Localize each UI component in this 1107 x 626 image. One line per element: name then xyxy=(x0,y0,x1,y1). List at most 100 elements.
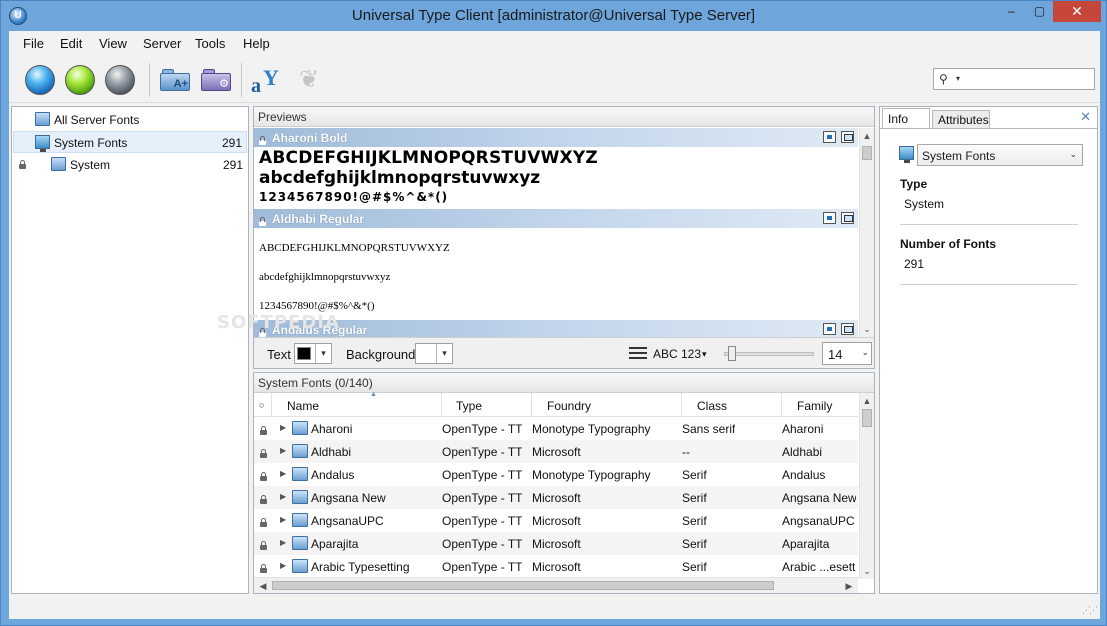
search-icon[interactable]: ⚲ xyxy=(939,72,948,86)
previews-scrollbar[interactable]: ▲ ⌄ xyxy=(859,128,874,337)
background-color-picker[interactable]: ▾ xyxy=(415,343,453,364)
search-input[interactable] xyxy=(968,71,1090,87)
open-preview-icon[interactable] xyxy=(841,212,854,224)
font-list-hscrollbar[interactable]: ◀ ▶ xyxy=(254,577,858,593)
preview-controls: Text ▾ Background ▾ ABC 123 ▾ 14 ⌄ xyxy=(254,337,874,368)
activate-font-icon[interactable] xyxy=(823,131,836,143)
scroll-thumb[interactable] xyxy=(862,146,872,160)
lock-icon xyxy=(260,445,267,459)
expand-icon[interactable]: ▶ xyxy=(280,561,286,570)
info-collection-select[interactable]: System Fonts ⌄ xyxy=(917,144,1083,166)
expand-icon[interactable]: ▶ xyxy=(280,538,286,547)
monitor-icon xyxy=(899,146,914,163)
menu-help[interactable]: Help xyxy=(243,36,270,51)
expand-icon[interactable]: ▶ xyxy=(280,446,286,455)
text-lines-icon[interactable] xyxy=(629,347,647,359)
activate-font-icon[interactable] xyxy=(823,323,836,335)
table-row[interactable]: ▶ Arabic Typesetting OpenType - TT Micro… xyxy=(254,555,858,578)
menu-edit[interactable]: Edit xyxy=(60,36,82,51)
font-list-header: ○ ▲ Name Type Foundry Class Family xyxy=(254,391,858,417)
expand-icon[interactable]: ▶ xyxy=(280,423,286,432)
column-header-name[interactable]: ▲ Name xyxy=(272,391,442,417)
expand-icon[interactable]: ▶ xyxy=(280,492,286,501)
expand-icon[interactable]: ▶ xyxy=(280,515,286,524)
lock-icon xyxy=(260,560,267,574)
activate-font-icon[interactable] xyxy=(823,212,836,224)
lock-icon xyxy=(259,213,266,227)
tab-info[interactable]: Info xyxy=(882,108,930,129)
size-slider-thumb[interactable] xyxy=(728,346,736,361)
font-match-icon[interactable]: aY xyxy=(249,65,279,97)
menu-view[interactable]: View xyxy=(99,36,127,51)
chevron-down-icon[interactable]: ⌄ xyxy=(1069,149,1077,160)
maximize-button[interactable]: ▢ xyxy=(1026,1,1053,22)
preview-sample-numbers: 1234567890!@#$%^&*() xyxy=(259,190,449,204)
scroll-up-icon[interactable]: ▲ xyxy=(860,128,874,144)
font-count: 291 xyxy=(221,136,242,150)
column-header-type[interactable]: Type xyxy=(442,393,532,417)
scroll-right-icon[interactable]: ▶ xyxy=(842,578,856,593)
chevron-down-icon[interactable]: ▾ xyxy=(315,344,331,363)
font-list-vscrollbar[interactable]: ▲ ⌄ xyxy=(859,393,874,579)
scroll-up-icon[interactable]: ▲ xyxy=(860,393,874,409)
scroll-down-icon[interactable]: ⌄ xyxy=(860,563,874,579)
tab-attributes[interactable]: Attributes xyxy=(932,110,990,128)
table-row[interactable]: ▶ Aldhabi OpenType - TT Microsoft -- Ald… xyxy=(254,440,858,463)
title-bar[interactable]: U Universal Type Client [administrator@U… xyxy=(1,1,1106,31)
close-button[interactable]: ✕ xyxy=(1053,1,1101,22)
preview-header-aldhabi-regular[interactable]: Aldhabi Regular xyxy=(254,209,858,228)
font-folder-icon xyxy=(292,444,308,458)
menu-server[interactable]: Server xyxy=(143,36,181,51)
search-box[interactable]: ⚲ ▾ xyxy=(933,68,1095,90)
gray-orb-icon[interactable] xyxy=(105,65,135,95)
table-row[interactable]: ▶ Aparajita OpenType - TT Microsoft Seri… xyxy=(254,532,858,555)
scroll-down-icon[interactable]: ⌄ xyxy=(860,321,874,337)
table-row[interactable]: ▶ Aharoni OpenType - TT Monotype Typogra… xyxy=(254,417,858,440)
info-font-count-value: 291 xyxy=(904,257,925,271)
scroll-thumb[interactable] xyxy=(272,581,774,590)
open-preview-icon[interactable] xyxy=(841,131,854,143)
menu-tools[interactable]: Tools xyxy=(195,36,225,51)
text-color-picker[interactable]: ▾ xyxy=(294,343,332,364)
chevron-down-icon[interactable]: ⌄ xyxy=(861,347,869,358)
toolbar-separator xyxy=(241,63,242,97)
tree-item-system[interactable]: System 291 xyxy=(13,154,247,176)
window-title: Universal Type Client [administrator@Uni… xyxy=(351,7,756,24)
add-workgroup-folder-icon[interactable]: ⚙ xyxy=(201,69,231,91)
column-header-family[interactable]: Family xyxy=(782,393,858,417)
tree-item-system-fonts[interactable]: System Fonts 291 xyxy=(13,131,247,153)
preview-header-aharoni-bold[interactable]: Aharoni Bold xyxy=(254,128,858,147)
table-row[interactable]: ▶ Andalus OpenType - TT Monotype Typogra… xyxy=(254,463,858,486)
chevron-down-icon[interactable]: ▾ xyxy=(956,74,960,83)
minimize-button[interactable]: – xyxy=(998,1,1025,22)
table-row[interactable]: ▶ Angsana New OpenType - TT Microsoft Se… xyxy=(254,486,858,509)
resize-grip-icon[interactable]: ⋰⋰ xyxy=(1082,605,1098,616)
size-slider-track[interactable] xyxy=(724,352,814,356)
sample-text-selector[interactable]: ABC 123 xyxy=(653,347,701,361)
tree-item-all-server-fonts[interactable]: All Server Fonts xyxy=(13,109,247,131)
preview-sample-numbers: 1234567890!@#$%^&*() xyxy=(259,300,375,312)
close-icon[interactable]: ✕ xyxy=(1080,109,1091,125)
scroll-left-icon[interactable]: ◀ xyxy=(256,578,270,593)
scroll-thumb[interactable] xyxy=(862,409,872,427)
font-folder-icon xyxy=(292,536,308,550)
column-header-class[interactable]: Class xyxy=(682,393,782,417)
font-folder-icon xyxy=(292,421,308,435)
expand-icon[interactable]: ▶ xyxy=(280,469,286,478)
green-orb-icon[interactable] xyxy=(65,65,95,95)
active-column-header[interactable]: ○ xyxy=(254,393,272,417)
monitor-icon xyxy=(35,135,50,152)
moth-icon[interactable]: ❦ xyxy=(293,67,325,93)
chevron-down-icon[interactable]: ▾ xyxy=(436,344,452,363)
blue-orb-icon[interactable] xyxy=(25,65,55,95)
table-row[interactable]: ▶ AngsanaUPC OpenType - TT Microsoft Ser… xyxy=(254,509,858,532)
add-font-folder-icon[interactable]: A+ xyxy=(160,69,190,91)
font-list-pane: System Fonts (0/140) ○ ▲ Name Type Found… xyxy=(253,372,875,594)
chevron-down-icon[interactable]: ▾ xyxy=(702,349,707,360)
column-header-foundry[interactable]: Foundry xyxy=(532,393,682,417)
open-preview-icon[interactable] xyxy=(841,323,854,335)
font-count: 291 xyxy=(222,158,243,172)
lock-icon xyxy=(260,514,267,528)
font-size-combo[interactable]: 14 ⌄ xyxy=(822,342,872,365)
menu-file[interactable]: File xyxy=(23,36,44,51)
